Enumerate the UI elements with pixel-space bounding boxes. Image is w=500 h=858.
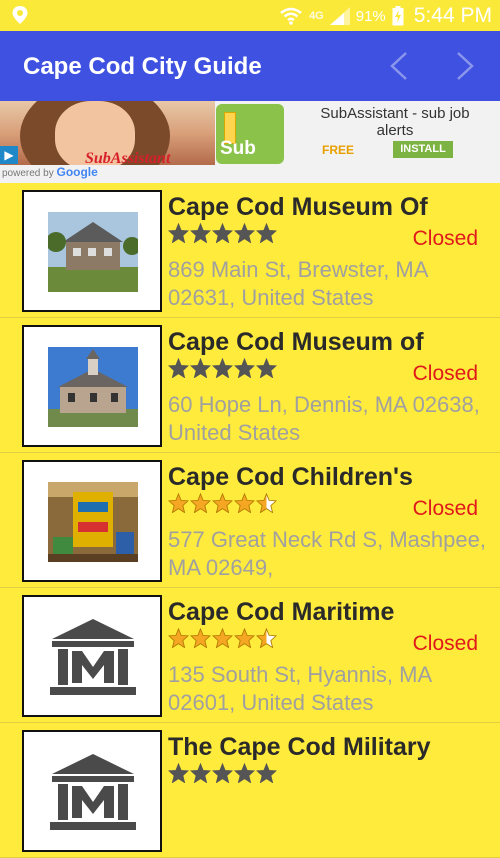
- forward-arrow-icon[interactable]: [448, 49, 482, 83]
- star-icon: [167, 222, 190, 244]
- place-thumbnail: [22, 460, 162, 582]
- status-bar: 4G 91% 5:44 PM: [0, 0, 500, 31]
- ad-play-icon[interactable]: ▶: [0, 146, 18, 164]
- star-icon: [189, 222, 212, 244]
- app-title: Cape Cod City Guide: [23, 53, 262, 80]
- ad-free-label: FREE: [322, 143, 355, 157]
- star-icon: [211, 492, 234, 514]
- star-icon: [167, 762, 190, 784]
- place-thumbnail: [22, 325, 162, 447]
- network-type-label: 4G: [309, 10, 324, 22]
- rating-stars: [167, 492, 278, 517]
- ad-app-icon-text: Sub: [220, 138, 256, 159]
- playground-photo: [48, 482, 138, 562]
- ad-app-icon: Sub: [216, 104, 284, 164]
- star-icon: [233, 627, 256, 649]
- list-item[interactable]: The Cape Cod Military: [0, 723, 500, 858]
- star-icon: [189, 357, 212, 379]
- list-item[interactable]: Cape Cod Children's Closed 577 Great Neck …: [0, 453, 500, 588]
- star-icon: [211, 762, 234, 784]
- place-thumbnail: [22, 595, 162, 717]
- star-icon: [167, 357, 190, 379]
- star-icon: [233, 357, 256, 379]
- battery-percent: 91%: [355, 7, 386, 25]
- ad-overlay-text: SubAssistant: [85, 150, 171, 165]
- star-icon: [233, 762, 256, 784]
- star-icon: [189, 492, 212, 514]
- star-icon: [255, 222, 278, 244]
- list-item[interactable]: Cape Cod Museum of Closed 60 Hope Ln, Denn…: [0, 318, 500, 453]
- museum-icon: [48, 617, 138, 697]
- back-arrow-icon[interactable]: [382, 49, 416, 83]
- museum-icon: [48, 752, 138, 832]
- place-thumbnail: [22, 190, 162, 312]
- star-icon: [189, 762, 212, 784]
- rating-stars: [167, 762, 278, 787]
- place-name: Cape Cod Museum Of: [168, 193, 428, 221]
- building-photo: [48, 347, 138, 427]
- ad-banner[interactable]: SubAssistant ▶ Sub SubAssistant - sub jo…: [0, 101, 500, 183]
- list-item[interactable]: Cape Cod Museum Of Closed 869 Main St, Bre…: [0, 183, 500, 318]
- ad-image: SubAssistant: [0, 101, 215, 165]
- clock: 5:44 PM: [413, 4, 492, 27]
- star-icon: [211, 222, 234, 244]
- house-photo: [46, 212, 141, 292]
- cell-signal-icon: [329, 7, 350, 25]
- place-name: Cape Cod Museum of: [168, 328, 424, 356]
- star-icon: [233, 492, 256, 514]
- place-address: 577 Great Neck Rd S, Mashpee, MA 02649,: [168, 527, 486, 580]
- app-bar: Cape Cod City Guide: [0, 31, 500, 101]
- battery-charging-icon: [392, 6, 404, 26]
- star-icon: [255, 627, 278, 649]
- star-icon: [233, 222, 256, 244]
- location-icon: [12, 6, 28, 24]
- star-icon: [167, 627, 190, 649]
- star-icon: [255, 762, 278, 784]
- wifi-icon: [280, 7, 302, 25]
- place-address: 869 Main St, Brewster, MA 02631, United …: [168, 257, 428, 310]
- rating-stars: [167, 222, 278, 247]
- list-item[interactable]: Cape Cod Maritime Closed 135 South St, Hya…: [0, 588, 500, 723]
- star-icon: [189, 627, 212, 649]
- places-list: Cape Cod Museum Of Closed 869 Main St, Bre…: [0, 183, 500, 858]
- status-label: Closed: [412, 632, 478, 655]
- rating-stars: [167, 627, 278, 652]
- place-name: Cape Cod Children's: [168, 463, 413, 491]
- ad-app-name: SubAssistant - sub job alerts: [320, 105, 470, 139]
- place-address: 60 Hope Ln, Dennis, MA 02638, United Sta…: [168, 392, 480, 445]
- place-name: Cape Cod Maritime: [168, 598, 395, 626]
- place-thumbnail: [22, 730, 162, 852]
- place-name: The Cape Cod Military: [168, 733, 431, 761]
- rating-stars: [167, 357, 278, 382]
- star-icon: [211, 627, 234, 649]
- status-label: Closed: [412, 497, 478, 520]
- place-address: 135 South St, Hyannis, MA 02601, United …: [168, 662, 431, 715]
- star-icon: [255, 492, 278, 514]
- status-label: Closed: [412, 227, 478, 250]
- star-icon: [255, 357, 278, 379]
- ad-install-button[interactable]: INSTALL: [393, 141, 453, 158]
- star-icon: [211, 357, 234, 379]
- ad-attribution: powered by Google: [2, 165, 98, 179]
- star-icon: [167, 492, 190, 514]
- status-label: Closed: [412, 362, 478, 385]
